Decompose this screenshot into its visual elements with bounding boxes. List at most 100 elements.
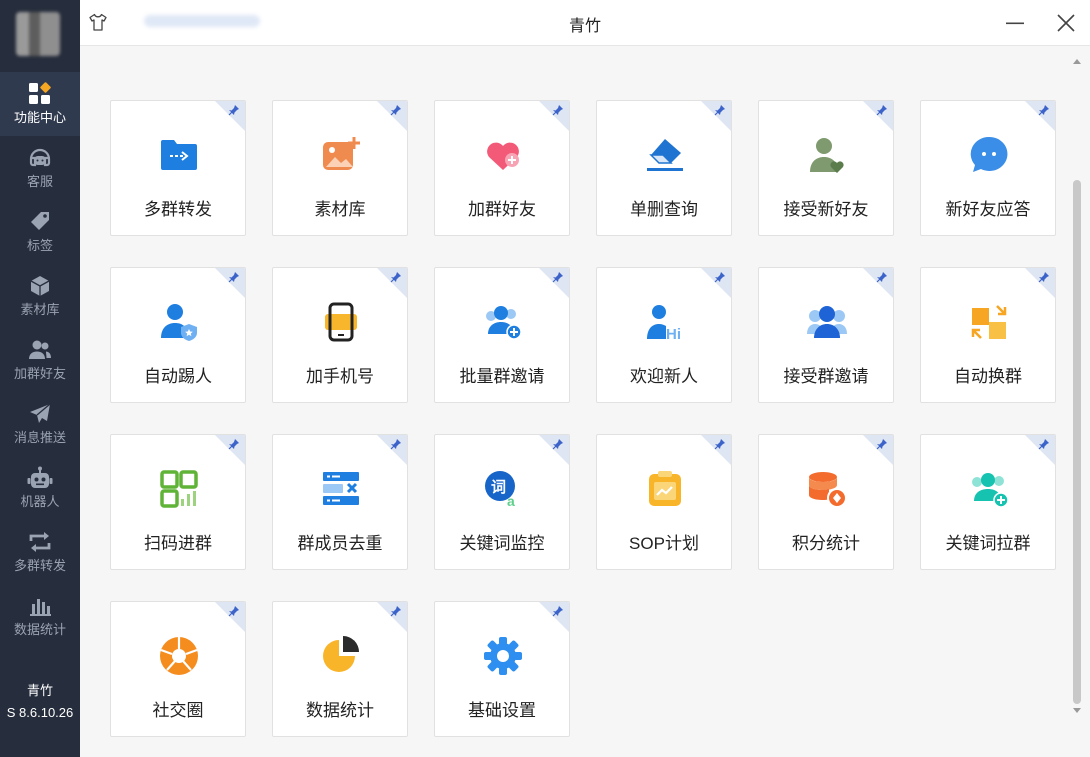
scroll-up-arrow-icon[interactable] [1072, 56, 1082, 66]
pie-chart-icon [323, 636, 359, 672]
tile-multi-group-forward[interactable]: 多群转发 [110, 100, 246, 236]
pin-icon[interactable] [1038, 438, 1050, 450]
pin-icon[interactable] [228, 271, 240, 283]
pin-icon[interactable] [552, 104, 564, 116]
sidebar-item-label: 功能中心 [13, 110, 66, 125]
pin-icon[interactable] [876, 104, 888, 116]
sidebar-item-label: 素材库 [20, 302, 60, 317]
eraser-icon [647, 139, 683, 171]
tile-batch-group-invite[interactable]: 批量群邀请 [434, 267, 570, 403]
tile-auto-kick[interactable]: 自动踢人 [110, 267, 246, 403]
pin-icon[interactable] [552, 605, 564, 617]
sidebar-item-label: 多群转发 [13, 558, 66, 573]
sidebar-item-label: 消息推送 [13, 430, 66, 445]
sidebar-item-multi-group-forward[interactable]: 多群转发 [0, 520, 80, 584]
close-button[interactable] [1053, 10, 1079, 36]
tile-accept-group-invite[interactable]: 接受群邀请 [758, 267, 894, 403]
tile-label: 数据统计 [306, 701, 374, 720]
scroll-down-arrow-icon[interactable] [1072, 706, 1082, 716]
scrollbar-thumb[interactable] [1073, 180, 1081, 704]
users-icon [27, 338, 53, 362]
tile-add-phone-number[interactable]: 加手机号 [272, 267, 408, 403]
keyword-monitor-icon: 词a [485, 471, 515, 509]
repeat-icon [27, 530, 53, 554]
tile-label: 群成员去重 [297, 534, 383, 553]
sidebar-item-robot[interactable]: 机器人 [0, 456, 80, 520]
tile-label: 扫码进群 [144, 534, 212, 553]
swap-icon [971, 305, 1007, 339]
sidebar-item-message-push[interactable]: 消息推送 [0, 392, 80, 456]
svg-text:词: 词 [491, 478, 506, 496]
clipboard-chart-icon [649, 471, 681, 506]
tile-scan-to-join[interactable]: 扫码进群 [110, 434, 246, 570]
tile-label: 单删查询 [630, 200, 698, 219]
group-icon [807, 306, 847, 338]
title-bar: 青竹 [80, 0, 1090, 46]
tile-label: 基础设置 [468, 701, 536, 720]
vertical-scrollbar[interactable] [1072, 56, 1082, 716]
settings-gear-icon [484, 637, 522, 675]
tile-group-member-dedupe[interactable]: 群成员去重 [272, 434, 408, 570]
grid-icon [27, 82, 53, 106]
heart-plus-icon [487, 142, 519, 170]
tile-label: 关键词监控 [459, 534, 545, 553]
sidebar-item-tags[interactable]: 标签 [0, 200, 80, 264]
function-center-panel: 多群转发 素材库 加群好友 单删查询 接受新好友 新好友应答 自动踢人 加手机号… [80, 46, 1090, 757]
cube-icon [27, 274, 53, 298]
pin-icon[interactable] [876, 271, 888, 283]
sidebar-item-add-group-friends[interactable]: 加群好友 [0, 328, 80, 392]
tile-new-friend-reply[interactable]: 新好友应答 [920, 100, 1056, 236]
group-plus-icon [972, 473, 1009, 508]
window-title: 青竹 [568, 18, 601, 35]
tile-single-delete-query[interactable]: 单删查询 [596, 100, 732, 236]
pin-icon[interactable] [552, 271, 564, 283]
sidebar-item-label: 机器人 [20, 494, 60, 509]
tile-label: 接受新好友 [783, 200, 869, 219]
pin-icon[interactable] [390, 104, 402, 116]
minimize-button[interactable] [1002, 10, 1028, 36]
tile-data-statistics[interactable]: 数据统计 [272, 601, 408, 737]
pin-icon[interactable] [1038, 104, 1050, 116]
paper-plane-icon [27, 402, 53, 426]
pin-icon[interactable] [228, 438, 240, 450]
function-grid: 多群转发 素材库 加群好友 单删查询 接受新好友 新好友应答 自动踢人 加手机号… [110, 100, 1056, 737]
pin-icon[interactable] [390, 271, 402, 283]
avatar[interactable] [16, 12, 60, 56]
robot-icon [27, 466, 53, 490]
user-hi-icon: Hi [647, 305, 681, 342]
tile-basic-settings[interactable]: 基础设置 [434, 601, 570, 737]
sidebar-item-label: 标签 [26, 238, 53, 253]
tag-icon [27, 210, 53, 234]
tile-welcome-newcomers[interactable]: Hi 欢迎新人 [596, 267, 732, 403]
pin-icon[interactable] [714, 438, 726, 450]
tile-material-library[interactable]: 素材库 [272, 100, 408, 236]
list-dedupe-icon [323, 472, 359, 505]
tile-keyword-monitor[interactable]: 词a 关键词监控 [434, 434, 570, 570]
tile-keyword-pull-group[interactable]: 关键词拉群 [920, 434, 1056, 570]
tile-label: 社交圈 [152, 701, 204, 720]
tile-auto-switch-group[interactable]: 自动换群 [920, 267, 1056, 403]
svg-text:Hi: Hi [666, 326, 681, 342]
sidebar-item-function-center[interactable]: 功能中心 [0, 72, 80, 136]
sidebar-nav: 功能中心 客服 标签 素材库 加群好友 消息推送 机器人 多群转发 数据统计 [0, 72, 80, 648]
pin-icon[interactable] [228, 104, 240, 116]
pin-icon[interactable] [390, 438, 402, 450]
tile-label: 素材库 [314, 200, 366, 219]
pin-icon[interactable] [876, 438, 888, 450]
tile-sop-plan[interactable]: SOP计划 [596, 434, 732, 570]
tile-label: 欢迎新人 [630, 367, 698, 386]
pin-icon[interactable] [390, 605, 402, 617]
tile-accept-new-friends[interactable]: 接受新好友 [758, 100, 894, 236]
sidebar-item-material-library[interactable]: 素材库 [0, 264, 80, 328]
pin-icon[interactable] [552, 438, 564, 450]
pin-icon[interactable] [1038, 271, 1050, 283]
pin-icon[interactable] [714, 271, 726, 283]
tile-points-statistics[interactable]: 积分统计 [758, 434, 894, 570]
pin-icon[interactable] [714, 104, 726, 116]
sidebar-item-data-statistics[interactable]: 数据统计 [0, 584, 80, 648]
user-heart-icon [810, 138, 844, 173]
tile-add-group-friends[interactable]: 加群好友 [434, 100, 570, 236]
sidebar-item-customer-service[interactable]: 客服 [0, 136, 80, 200]
tile-social-circle[interactable]: 社交圈 [110, 601, 246, 737]
pin-icon[interactable] [228, 605, 240, 617]
